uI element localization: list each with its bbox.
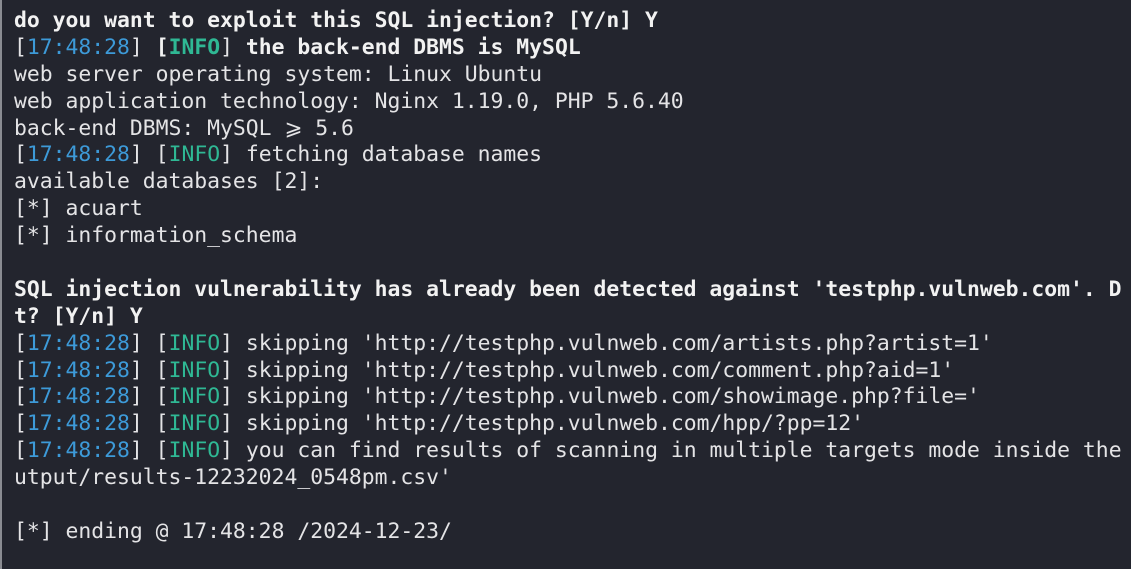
log-message: skipping 'http://testphp.vulnweb.com/sho… <box>232 384 980 410</box>
ending-line: [*] ending @ 17:48:28 /2024-12-23/ <box>14 518 452 544</box>
output-line: web server operating system: Linux Ubunt… <box>14 61 543 87</box>
log-level: INFO <box>168 438 221 464</box>
timestamp: 17:48:28 <box>26 411 130 437</box>
prompt-detected-cont: t? [Y/n] Y <box>14 303 143 329</box>
timestamp: 17:48:28 <box>26 384 130 410</box>
log-level: INFO <box>168 357 221 383</box>
log-level: INFO <box>168 384 221 410</box>
log-level: INFO <box>168 330 221 356</box>
log-message: you can find results of scanning in mult… <box>232 438 1122 464</box>
prompt-exploit: do you want to exploit this SQL injectio… <box>14 8 658 33</box>
log-level: INFO <box>168 142 221 168</box>
log-message: fetching database names <box>232 142 543 168</box>
log-level: INFO <box>168 34 221 60</box>
output-line: web application technology: Nginx 1.19.0… <box>14 88 684 114</box>
log-line: [17:48:28] [INFO] skipping 'http://testp… <box>14 384 980 410</box>
timestamp: 17:48:28 <box>26 438 130 464</box>
timestamp: 17:48:28 <box>26 34 130 60</box>
output-line: utput/results-12232024_0548pm.csv' <box>14 465 452 491</box>
prompt-detected: SQL injection vulnerability has already … <box>14 276 1122 302</box>
database-item: [*] acuart <box>14 196 143 222</box>
log-level: INFO <box>168 411 221 437</box>
terminal-output: do you want to exploit this SQL injectio… <box>14 8 1122 546</box>
log-line: [17:48:28] [INFO] skipping 'http://testp… <box>14 357 955 383</box>
log-line: [17:48:28] [INFO] the back-end DBMS is M… <box>14 34 581 60</box>
timestamp: 17:48:28 <box>26 142 130 168</box>
database-item: [*] information_schema <box>14 223 298 249</box>
log-message: skipping 'http://testphp.vulnweb.com/hpp… <box>232 411 865 437</box>
timestamp: 17:48:28 <box>26 357 130 383</box>
log-message: the back-end DBMS is MySQL <box>232 34 581 60</box>
log-line: [17:48:28] [INFO] fetching database name… <box>14 142 543 168</box>
output-line: back-end DBMS: MySQL ⩾ 5.6 <box>14 115 354 141</box>
log-line: [17:48:28] [INFO] skipping 'http://testp… <box>14 411 865 437</box>
timestamp: 17:48:28 <box>26 330 130 356</box>
log-line: [17:48:28] [INFO] you can find results o… <box>14 438 1122 464</box>
log-line: [17:48:28] [INFO] skipping 'http://testp… <box>14 330 993 356</box>
log-message: skipping 'http://testphp.vulnweb.com/art… <box>232 330 993 356</box>
output-line: available databases [2]: <box>14 169 324 195</box>
log-message: skipping 'http://testphp.vulnweb.com/com… <box>232 357 955 383</box>
